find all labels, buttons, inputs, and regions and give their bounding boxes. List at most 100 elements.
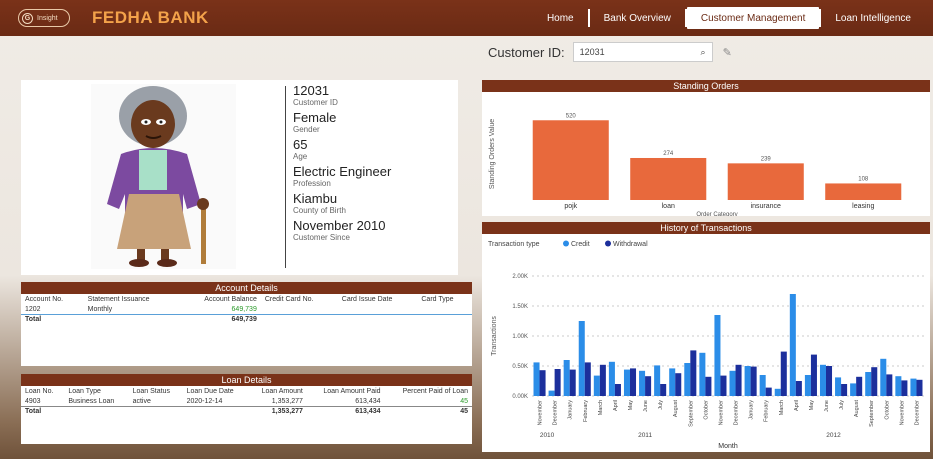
transaction-history-panel: History of Transactions Transaction type… — [482, 222, 930, 452]
bar-withdrawal — [705, 376, 712, 396]
bar-withdrawal — [584, 362, 591, 396]
table-total-row: Total 649,739 — [21, 314, 472, 324]
x-tick-label: leasing — [852, 203, 874, 210]
bar-withdrawal — [675, 373, 682, 396]
data-label: 520 — [566, 113, 577, 119]
table-header-row: Account No. Statement Issuance Account B… — [21, 294, 472, 305]
col-loan-status[interactable]: Loan Status — [129, 386, 183, 397]
profile-gender: Female Gender — [293, 110, 337, 135]
bar-withdrawal — [660, 384, 667, 396]
x-tick-label: December — [914, 400, 920, 426]
bar-credit — [865, 372, 872, 396]
customer-id-input[interactable]: 12031 ⌕ — [572, 42, 713, 62]
col-account-no[interactable]: Account No. — [21, 294, 84, 305]
x-tick-label: January — [568, 400, 574, 420]
table-header-row: Loan No. Loan Type Loan Status Loan Due … — [21, 386, 472, 397]
insight-logo[interactable]: G Insight — [18, 9, 70, 27]
x-tick-label: February — [764, 400, 770, 422]
bar-withdrawal — [690, 350, 697, 396]
bar — [630, 157, 707, 200]
bar-credit — [639, 370, 646, 396]
x-tick-label: April — [613, 400, 619, 411]
x-tick-label: January — [749, 400, 755, 420]
transaction-history-chart: Transaction type Credit Withdrawal 0.00K 0.5… — [488, 240, 924, 450]
bar-credit — [548, 390, 555, 396]
table-row[interactable]: 4903 Business Loan active 2020-12-14 1,3… — [21, 397, 472, 407]
bar-credit — [895, 376, 902, 396]
x-tick-label: October — [884, 400, 890, 420]
transaction-history-title: History of Transactions — [482, 222, 930, 234]
col-card-type[interactable]: Card Type — [417, 294, 472, 305]
col-percent-paid[interactable]: Percent Paid of Loan — [385, 386, 472, 397]
col-due-date[interactable]: Loan Due Date — [183, 386, 249, 397]
bar-withdrawal — [539, 370, 546, 396]
bar-credit — [699, 352, 706, 396]
legend-entry: Credit — [571, 241, 590, 248]
pin-icon[interactable]: ✎ — [723, 46, 732, 59]
legend-swatch — [563, 240, 569, 247]
bar-withdrawal — [569, 369, 576, 396]
bar-credit — [714, 315, 721, 396]
account-details-panel: Account Details Account No. Statement Is… — [21, 282, 472, 366]
bar-credit — [835, 377, 842, 396]
x-tick-label: July — [658, 400, 664, 410]
bar-credit — [623, 369, 630, 396]
nav-bank-overview[interactable]: Bank Overview — [590, 7, 685, 29]
legend-entry: Withdrawal — [613, 241, 648, 248]
nav-home[interactable]: Home — [533, 7, 588, 29]
standing-orders-panel: Standing Orders Standing Orders Value 520… — [482, 80, 930, 218]
x-axis-label: Month — [718, 443, 738, 450]
bar-withdrawal — [765, 387, 772, 396]
main-nav: Home Bank Overview Customer Management L… — [533, 7, 925, 29]
year-label: 2012 — [826, 432, 841, 439]
nav-loan-intelligence[interactable]: Loan Intelligence — [821, 7, 925, 29]
profile-customer-since: November 2010 Customer Since — [293, 218, 386, 243]
x-axis-label: Order Category — [696, 212, 737, 216]
col-loan-no[interactable]: Loan No. — [21, 386, 64, 397]
bar-withdrawal — [901, 380, 908, 396]
data-label: 239 — [761, 156, 772, 162]
bar — [825, 183, 902, 200]
col-loan-amount[interactable]: Loan Amount — [248, 386, 307, 397]
bar-withdrawal — [645, 376, 652, 396]
x-tick-label: insurance — [751, 203, 781, 210]
profile-profession: Electric Engineer Profession — [293, 164, 392, 189]
x-tick-label: March — [779, 400, 785, 415]
bar — [532, 120, 609, 200]
bar-credit — [804, 375, 811, 396]
table-row[interactable]: 1202 Monthly 649,739 — [21, 305, 472, 315]
x-tick-label: February — [583, 400, 589, 422]
bar-withdrawal — [886, 374, 893, 396]
bar-credit — [774, 388, 781, 396]
bar-credit — [880, 358, 887, 396]
bar — [727, 163, 804, 200]
col-balance[interactable]: Account Balance — [179, 294, 261, 305]
x-tick-label: August — [673, 400, 679, 418]
customer-search: Customer ID: 12031 ⌕ ✎ — [488, 42, 732, 62]
col-amount-paid[interactable]: Loan Amount Paid — [307, 386, 385, 397]
col-loan-type[interactable]: Loan Type — [64, 386, 128, 397]
legend-swatch — [605, 240, 611, 247]
bar-credit — [669, 368, 676, 396]
bar-credit — [684, 363, 691, 396]
bar-withdrawal — [614, 384, 621, 396]
profile-divider — [285, 86, 286, 268]
profile-customer-id: 12031 Customer ID — [293, 83, 338, 108]
col-credit-card[interactable]: Credit Card No. — [261, 294, 338, 305]
bar-credit — [910, 378, 917, 396]
bar-credit — [789, 294, 796, 396]
standing-orders-chart: Standing Orders Value 520 pojk 274 loan 239 in… — [489, 113, 902, 218]
col-card-issue[interactable]: Card Issue Date — [338, 294, 418, 305]
customer-avatar — [91, 84, 236, 269]
x-tick-label: December — [553, 400, 559, 426]
search-icon[interactable]: ⌕ — [701, 47, 706, 58]
y-tick-label: 0.00K — [512, 394, 528, 400]
customer-id-label: Customer ID: — [488, 44, 565, 60]
col-statement[interactable]: Statement Issuance — [84, 294, 179, 305]
x-tick-label: October — [703, 400, 709, 420]
bar-withdrawal — [795, 381, 802, 396]
x-tick-label: July — [839, 400, 845, 410]
nav-customer-management[interactable]: Customer Management — [686, 7, 820, 29]
bar-credit — [759, 375, 766, 396]
bar-credit — [563, 360, 570, 396]
